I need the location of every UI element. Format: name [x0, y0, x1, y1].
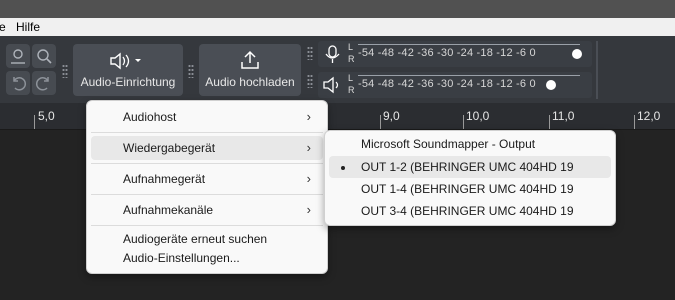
- menu-bar: e Hilfe: [0, 18, 675, 36]
- zoom-tool-button[interactable]: [32, 44, 56, 68]
- chevron-right-icon: ›: [306, 109, 311, 124]
- audio-setup-menu: Audiohost › Wiedergabegerät › Aufnahmege…: [86, 100, 328, 274]
- menu-item-playback-device[interactable]: Wiedergabegerät ›: [91, 136, 323, 160]
- toolbar-divider: [596, 41, 598, 99]
- menu-separator: [91, 194, 323, 195]
- right-channel-label: R: [348, 85, 355, 95]
- upload-icon: [241, 50, 259, 69]
- left-channel-label: L: [348, 42, 354, 52]
- upload-audio-button[interactable]: Audio hochladen: [199, 44, 301, 96]
- toolbar-grip[interactable]: [62, 64, 68, 78]
- audio-setup-button[interactable]: Audio-Einrichtung: [73, 44, 183, 96]
- envelope-tool-button[interactable]: [6, 44, 30, 68]
- menu-item-audio-settings[interactable]: Audio-Einstellungen...: [91, 249, 323, 269]
- ruler-tick: [634, 115, 635, 129]
- menu-separator: [91, 132, 323, 133]
- right-channel-label: R: [348, 54, 355, 64]
- left-channel-label: L: [348, 73, 354, 83]
- meter-track: [358, 75, 580, 76]
- menu-edit[interactable]: e: [0, 20, 6, 34]
- recording-meter[interactable]: L R -54 -48 -42 -36 -30 -24 -18 -12 -6 0: [318, 41, 592, 67]
- menu-item-rescan-devices[interactable]: Audiogeräte erneut suchen: [91, 229, 323, 249]
- upload-audio-label: Audio hochladen: [205, 75, 295, 89]
- redo-button[interactable]: [32, 71, 56, 95]
- ruler-label: 12,0: [637, 109, 661, 123]
- menu-item-recording-channels[interactable]: Aufnahmekanäle ›: [91, 198, 323, 222]
- toolbar-grip[interactable]: [188, 64, 194, 78]
- device-option[interactable]: Microsoft Soundmapper - Output: [329, 133, 611, 155]
- microphone-icon: [325, 45, 340, 63]
- envelope-tool-icon: [11, 49, 25, 64]
- recording-level-slider[interactable]: [572, 49, 582, 59]
- playback-device-submenu: Microsoft Soundmapper - Output OUT 1-2 (…: [324, 130, 616, 226]
- undo-icon: [13, 77, 27, 91]
- ruler-tick: [549, 115, 550, 129]
- ruler-label: 11,0: [552, 109, 575, 123]
- redo-icon: [35, 77, 49, 91]
- zoom-icon: [37, 49, 52, 64]
- ruler-tick: [380, 115, 381, 129]
- speaker-icon: [323, 76, 339, 94]
- chevron-right-icon: ›: [306, 202, 311, 217]
- window-titlebar: [0, 0, 675, 18]
- chevron-down-icon: [135, 59, 141, 62]
- meter-scale: -54 -48 -42 -36 -30 -24 -18 -12 -6 0: [358, 47, 536, 59]
- chevron-right-icon: ›: [306, 171, 311, 186]
- meter-grip[interactable]: [307, 46, 313, 60]
- chevron-right-icon: ›: [306, 140, 311, 155]
- menu-separator: [91, 225, 323, 226]
- ruler-tick: [34, 115, 35, 129]
- playback-meter[interactable]: L R -54 -48 -42 -36 -30 -24 -18 -12 -6 0: [318, 72, 592, 98]
- device-option[interactable]: OUT 1-4 (BEHRINGER UMC 404HD 19: [329, 178, 611, 200]
- meter-track: [358, 44, 580, 45]
- meter-grip[interactable]: [307, 74, 313, 88]
- audio-setup-label: Audio-Einrichtung: [80, 75, 176, 89]
- toolbar: Audio-Einrichtung Audio hochladen L R -5…: [0, 36, 675, 103]
- menu-item-audio-host[interactable]: Audiohost ›: [91, 105, 323, 129]
- device-option-selected[interactable]: OUT 1-2 (BEHRINGER UMC 404HD 19: [329, 156, 611, 178]
- playback-level-slider[interactable]: [546, 80, 557, 90]
- undo-button[interactable]: [6, 71, 30, 95]
- ruler-label: 9,0: [383, 109, 400, 123]
- ruler-label: 10,0: [466, 109, 490, 123]
- menu-separator: [91, 163, 323, 164]
- speaker-icon: [110, 52, 141, 70]
- ruler-label: 5,0: [38, 109, 55, 123]
- menu-help[interactable]: Hilfe: [16, 20, 40, 34]
- selected-bullet-icon: [341, 166, 345, 170]
- device-option[interactable]: OUT 3-4 (BEHRINGER UMC 404HD 19: [329, 200, 611, 222]
- meter-scale: -54 -48 -42 -36 -30 -24 -18 -12 -6 0: [358, 78, 536, 90]
- ruler-tick: [463, 115, 464, 129]
- menu-item-recording-device[interactable]: Aufnahmegerät ›: [91, 167, 323, 191]
